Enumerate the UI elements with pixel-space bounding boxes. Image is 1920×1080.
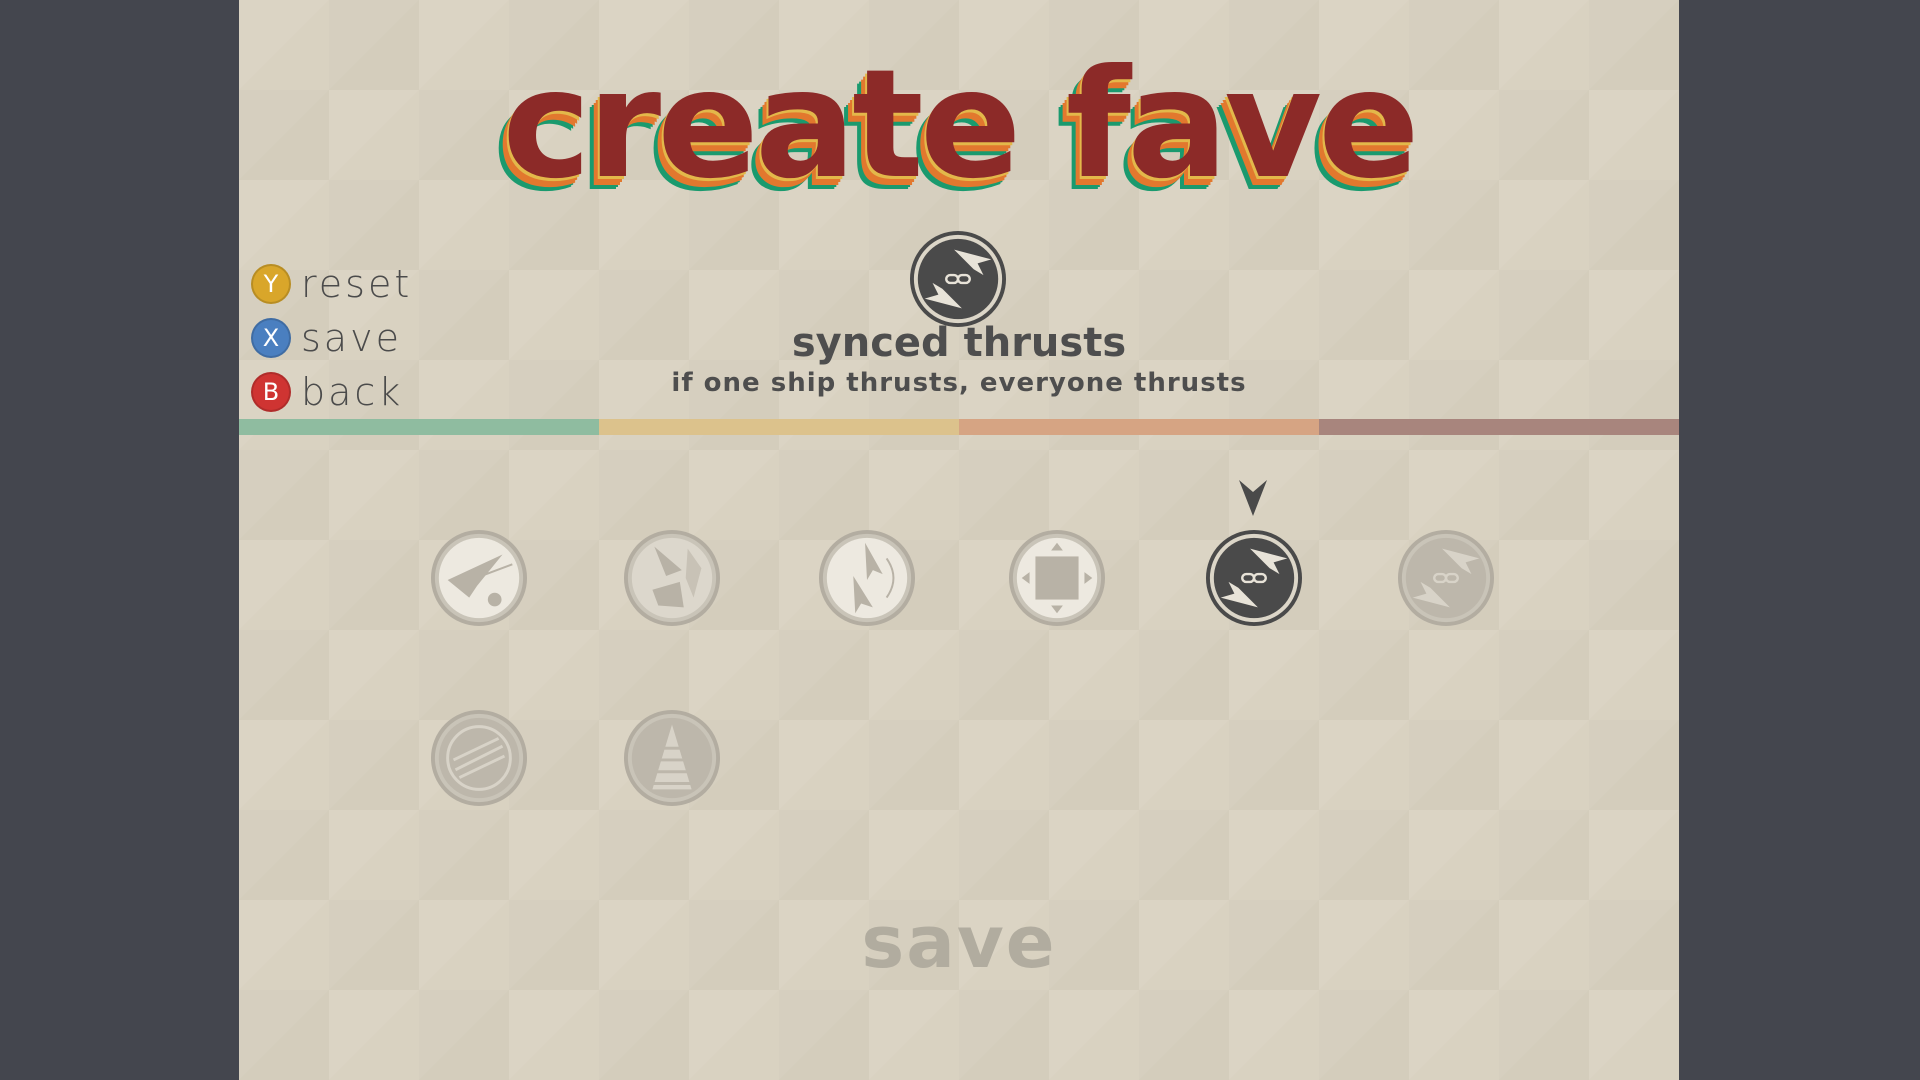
ship-gear-icon[interactable] (430, 529, 528, 627)
modifier-name: synced thrusts (791, 320, 1127, 366)
selection-cursor-icon (1239, 480, 1267, 516)
ship-spin-icon[interactable] (818, 529, 916, 627)
menu-panel: create fave Y reset X save B back synced… (239, 0, 1679, 1080)
ship-stripes-icon[interactable] (430, 709, 528, 807)
ship-shards-icon[interactable] (623, 529, 721, 627)
save-button[interactable]: save (239, 900, 1679, 984)
color-bar-green (239, 419, 599, 435)
color-bar-orange (959, 419, 1319, 435)
color-bar-yellow (599, 419, 959, 435)
modifier-description: if one ship thrusts, everyone thrusts (671, 368, 1247, 398)
tower-icon[interactable] (623, 709, 721, 807)
legend-reset[interactable]: Y reset (251, 257, 412, 311)
legend-reset-label: reset (301, 262, 413, 306)
y-button-icon: Y (251, 264, 291, 304)
color-bar-mauve (1319, 419, 1679, 435)
page-title: create fave (502, 38, 1420, 212)
synced-thrusts-alt-icon[interactable] (1397, 529, 1495, 627)
color-bar (239, 419, 1679, 435)
synced-thrusts-selected-icon[interactable] (1205, 529, 1303, 627)
arena-frame-icon[interactable] (1008, 529, 1106, 627)
synced-thrusts-icon (909, 230, 1007, 328)
